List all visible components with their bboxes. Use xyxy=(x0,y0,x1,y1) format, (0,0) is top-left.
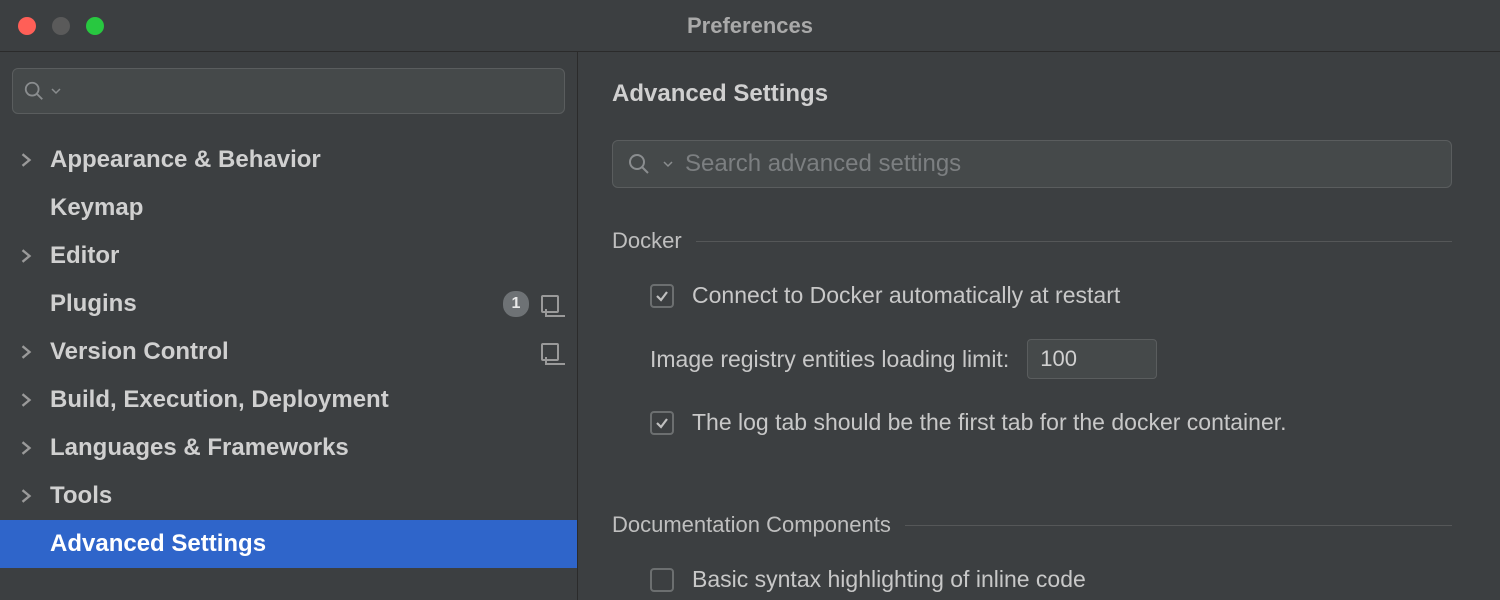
project-scope-icon xyxy=(541,295,559,313)
sidebar-item-advanced-settings[interactable]: Advanced Settings xyxy=(0,520,577,568)
section-title: Docker xyxy=(612,228,682,254)
divider xyxy=(905,525,1452,526)
chevron-down-icon xyxy=(663,159,673,169)
search-icon xyxy=(23,80,45,102)
sidebar-item-appearance[interactable]: Appearance & Behavior xyxy=(0,136,577,184)
titlebar: Preferences xyxy=(0,0,1500,52)
window-close-button[interactable] xyxy=(18,17,36,35)
sidebar-item-label: Appearance & Behavior xyxy=(50,146,563,174)
settings-tree: Appearance & Behavior Keymap Editor Plug… xyxy=(0,136,577,568)
sidebar-item-label: Advanced Settings xyxy=(50,530,563,558)
section-header-documentation-components: Documentation Components xyxy=(612,512,1452,538)
update-badge: 1 xyxy=(503,291,529,317)
chevron-right-icon xyxy=(20,249,50,263)
chevron-right-icon xyxy=(20,489,50,503)
setting-label: Image registry entities loading limit: xyxy=(650,346,1009,373)
window-minimize-button[interactable] xyxy=(52,17,70,35)
sidebar-item-label: Tools xyxy=(50,482,563,510)
sidebar-item-editor[interactable]: Editor xyxy=(0,232,577,280)
chevron-right-icon xyxy=(20,441,50,455)
divider xyxy=(696,241,1452,242)
project-scope-icon xyxy=(541,343,559,361)
sidebar-item-label: Languages & Frameworks xyxy=(50,434,563,462)
setting-label: The log tab should be the first tab for … xyxy=(692,409,1287,436)
checkbox-docker-connect[interactable] xyxy=(650,284,674,308)
sidebar-item-label: Editor xyxy=(50,242,563,270)
window-title: Preferences xyxy=(0,13,1500,39)
sidebar-item-label: Version Control xyxy=(50,338,541,366)
chevron-right-icon xyxy=(20,393,50,407)
sidebar-item-tools[interactable]: Tools xyxy=(0,472,577,520)
sidebar-item-plugins[interactable]: Plugins 1 xyxy=(0,280,577,328)
chevron-right-icon xyxy=(20,345,50,359)
section-header-docker: Docker xyxy=(612,228,1452,254)
setting-label: Basic syntax highlighting of inline code xyxy=(692,566,1086,593)
checkbox-docker-logtab[interactable] xyxy=(650,411,674,435)
setting-row-syntax-highlighting[interactable]: Basic syntax highlighting of inline code xyxy=(612,566,1452,593)
sidebar-item-label: Plugins xyxy=(50,290,503,318)
window-controls xyxy=(0,17,104,35)
sidebar-item-label: Keymap xyxy=(50,194,563,222)
main-panel: Advanced Settings Docker Connect to Dock… xyxy=(578,52,1500,600)
sidebar-item-build[interactable]: Build, Execution, Deployment xyxy=(0,376,577,424)
sidebar: Appearance & Behavior Keymap Editor Plug… xyxy=(0,52,578,600)
sidebar-search[interactable] xyxy=(12,68,565,114)
search-icon xyxy=(627,152,651,176)
section-title: Documentation Components xyxy=(612,512,891,538)
chevron-down-icon xyxy=(51,86,61,96)
sidebar-search-input[interactable] xyxy=(67,80,554,103)
sidebar-item-keymap[interactable]: Keymap xyxy=(0,184,577,232)
setting-label: Connect to Docker automatically at resta… xyxy=(692,282,1120,309)
checkbox-syntax-highlighting[interactable] xyxy=(650,568,674,592)
setting-row-docker-limit: Image registry entities loading limit: xyxy=(612,339,1452,379)
setting-row-docker-logtab[interactable]: The log tab should be the first tab for … xyxy=(612,409,1452,436)
sidebar-item-languages[interactable]: Languages & Frameworks xyxy=(0,424,577,472)
sidebar-item-label: Build, Execution, Deployment xyxy=(50,386,563,414)
page-title: Advanced Settings xyxy=(612,80,1452,108)
chevron-right-icon xyxy=(20,153,50,167)
setting-row-docker-connect[interactable]: Connect to Docker automatically at resta… xyxy=(612,282,1452,309)
window-maximize-button[interactable] xyxy=(86,17,104,35)
advanced-settings-search-input[interactable] xyxy=(685,150,1437,178)
sidebar-item-version-control[interactable]: Version Control xyxy=(0,328,577,376)
advanced-settings-search[interactable] xyxy=(612,140,1452,188)
image-registry-limit-input[interactable] xyxy=(1027,339,1157,379)
